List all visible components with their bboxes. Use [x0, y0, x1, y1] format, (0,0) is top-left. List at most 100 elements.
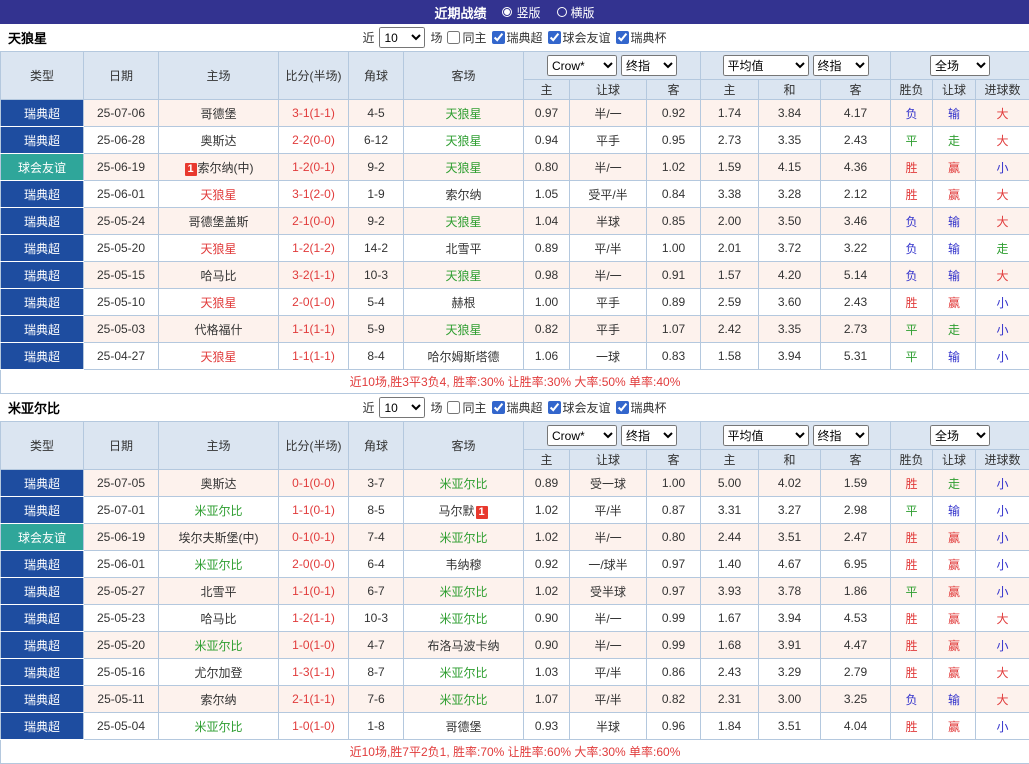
same-home-filter[interactable]: 同主 — [447, 29, 486, 46]
handicap-home-odds-cell: 0.89 — [524, 235, 570, 262]
col-avg-away: 客 — [821, 450, 891, 470]
league-checkbox[interactable] — [492, 31, 505, 44]
cup-filter[interactable]: 瑞典杯 — [616, 399, 667, 416]
same-home-checkbox[interactable] — [447, 401, 460, 414]
avg-time-select[interactable]: 终指 — [813, 55, 869, 76]
away-team-name: 索尔纳 — [445, 188, 481, 202]
home-team-cell: 哈马比 — [159, 262, 279, 289]
corners-cell: 9-2 — [349, 208, 404, 235]
bookmaker-odds-group: Crow*终指 — [524, 52, 701, 80]
score-cell: 1-2(1-2) — [279, 235, 349, 262]
handicap-result-cell: 赢 — [933, 181, 976, 208]
goals-result-cell: 大 — [976, 262, 1029, 289]
competition-type-cell: 瑞典超 — [1, 181, 84, 208]
handicap-away-odds-cell: 0.82 — [647, 686, 701, 713]
goals-result-cell: 小 — [976, 470, 1029, 497]
away-team-cell: 天狼星 — [404, 127, 524, 154]
goals-result-cell: 小 — [976, 551, 1029, 578]
handicap-home-odds-cell: 0.92 — [524, 551, 570, 578]
league-checkbox[interactable] — [492, 401, 505, 414]
score-cell: 1-0(1-0) — [279, 632, 349, 659]
home-team-cell: 哥德堡盖斯 — [159, 208, 279, 235]
avg-away-odds-cell: 2.47 — [821, 524, 891, 551]
win-loss-result-cell: 平 — [891, 497, 933, 524]
average-select[interactable]: 平均值 — [723, 425, 809, 446]
away-team-name: 布洛马波卡纳 — [427, 639, 499, 653]
competition-type-cell: 瑞典超 — [1, 289, 84, 316]
win-loss-result-cell: 胜 — [891, 181, 933, 208]
avg-draw-odds-cell: 3.35 — [759, 127, 821, 154]
match-row: 瑞典超25-07-05奥斯达0-1(0-0)3-7米亚尔比0.89受一球1.00… — [1, 470, 1029, 497]
handicap-home-odds-cell: 1.02 — [524, 524, 570, 551]
avg-home-odds-cell: 5.00 — [701, 470, 759, 497]
filter-bar: 米亚尔比 近 10 场 同主 瑞典超 球会友谊 瑞典杯 — [0, 394, 1029, 421]
away-team-name: 天狼星 — [445, 323, 481, 337]
away-team-cell: 米亚尔比 — [404, 578, 524, 605]
avg-draw-odds-cell: 4.15 — [759, 154, 821, 181]
handicap-line-cell: 半/一 — [570, 100, 647, 127]
handicap-line-cell: 受半球 — [570, 578, 647, 605]
league-filter[interactable]: 瑞典超 — [492, 29, 543, 46]
results-tbody-0: 瑞典超25-07-06哥德堡3-1(1-1)4-5天狼星0.97半/一0.921… — [1, 100, 1029, 370]
away-team-name: 韦纳穆 — [445, 558, 481, 572]
handicap-result-cell: 走 — [933, 127, 976, 154]
avg-away-odds-cell: 1.59 — [821, 470, 891, 497]
layout-radio-vertical[interactable]: 竖版 — [502, 4, 540, 21]
cup-checkbox[interactable] — [616, 401, 629, 414]
handicap-result-cell: 输 — [933, 208, 976, 235]
match-count-select[interactable]: 10 — [379, 397, 425, 418]
home-team-cell: 天狼星 — [159, 343, 279, 370]
win-loss-result-cell: 负 — [891, 235, 933, 262]
handicap-line-cell: 受一球 — [570, 470, 647, 497]
avg-away-odds-cell: 4.53 — [821, 605, 891, 632]
avg-home-odds-cell: 1.40 — [701, 551, 759, 578]
avg-home-odds-cell: 2.01 — [701, 235, 759, 262]
match-count-select[interactable]: 10 — [379, 27, 425, 48]
friendly-checkbox[interactable] — [548, 31, 561, 44]
friendly-filter[interactable]: 球会友谊 — [548, 29, 611, 46]
odds-time-select[interactable]: 终指 — [621, 425, 677, 446]
cup-checkbox[interactable] — [616, 31, 629, 44]
matches-label: 场 — [430, 29, 442, 46]
handicap-result-cell: 输 — [933, 686, 976, 713]
layout-radio-horizontal[interactable]: 横版 — [557, 4, 595, 21]
avg-home-odds-cell: 3.93 — [701, 578, 759, 605]
col-avg-draw: 和 — [759, 80, 821, 100]
handicap-result-cell: 走 — [933, 316, 976, 343]
away-team-cell: 哈尔姆斯塔德 — [404, 343, 524, 370]
friendly-filter[interactable]: 球会友谊 — [548, 399, 611, 416]
scope-select[interactable]: 全场 — [930, 425, 990, 446]
avg-away-odds-cell: 4.04 — [821, 713, 891, 740]
away-team-name: 天狼星 — [445, 269, 481, 283]
home-team-name: 天狼星 — [200, 296, 236, 310]
corners-cell: 6-12 — [349, 127, 404, 154]
scope-select[interactable]: 全场 — [930, 55, 990, 76]
date-cell: 25-06-01 — [84, 551, 159, 578]
win-loss-result-cell: 平 — [891, 127, 933, 154]
goals-result-cell: 小 — [976, 343, 1029, 370]
match-row: 瑞典超25-05-03代格福什1-1(1-1)5-9天狼星0.82平手1.072… — [1, 316, 1029, 343]
avg-away-odds-cell: 4.47 — [821, 632, 891, 659]
avg-home-odds-cell: 3.31 — [701, 497, 759, 524]
avg-draw-odds-cell: 3.35 — [759, 316, 821, 343]
avg-time-select[interactable]: 终指 — [813, 425, 869, 446]
same-home-filter[interactable]: 同主 — [447, 399, 486, 416]
handicap-away-odds-cell: 0.97 — [647, 551, 701, 578]
bookmaker-select[interactable]: Crow* — [547, 55, 617, 76]
col-away: 客场 — [404, 422, 524, 470]
home-team-name: 米亚尔比 — [194, 504, 242, 518]
home-team-cell: 索尔纳 — [159, 686, 279, 713]
matches-label: 场 — [430, 399, 442, 416]
league-filter[interactable]: 瑞典超 — [492, 399, 543, 416]
date-cell: 25-05-10 — [84, 289, 159, 316]
home-team-name: 埃尔夫斯堡(中) — [179, 531, 259, 545]
cup-filter[interactable]: 瑞典杯 — [616, 29, 667, 46]
same-home-checkbox[interactable] — [447, 31, 460, 44]
average-select[interactable]: 平均值 — [723, 55, 809, 76]
col-score: 比分(半场) — [279, 422, 349, 470]
friendly-checkbox[interactable] — [548, 401, 561, 414]
bookmaker-select[interactable]: Crow* — [547, 425, 617, 446]
odds-time-select[interactable]: 终指 — [621, 55, 677, 76]
col-type: 类型 — [1, 422, 84, 470]
checkbox-label: 同主 — [462, 29, 486, 46]
